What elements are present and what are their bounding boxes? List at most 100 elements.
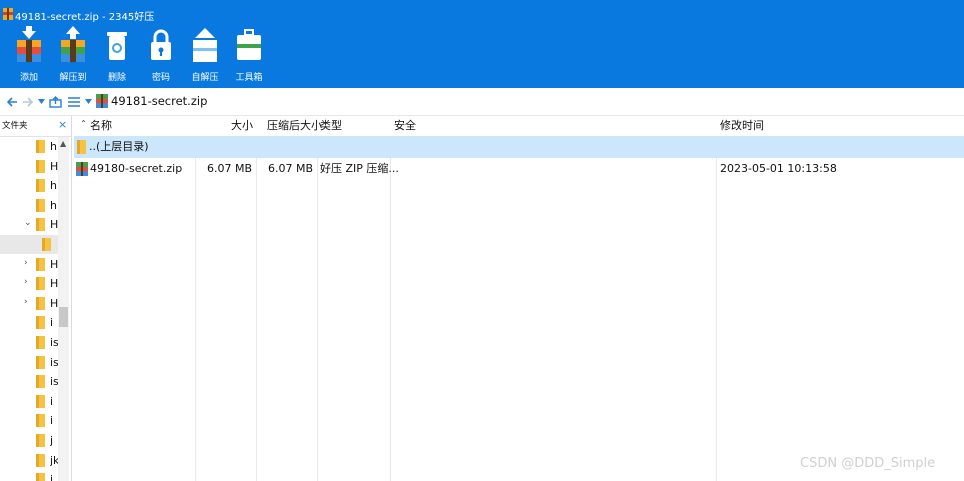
tree-folder-label: i — [50, 473, 54, 481]
tree-folder-item[interactable]: is — [0, 372, 58, 391]
forward-arrow-icon — [23, 96, 34, 107]
scrollbar-thumb[interactable] — [59, 307, 68, 327]
folder-icon — [36, 198, 45, 212]
delete-button[interactable]: 删除 — [95, 26, 139, 86]
folder-icon — [36, 218, 45, 232]
column-header-name[interactable]: 名称 — [90, 116, 112, 136]
tree-folder-label: is — [50, 375, 58, 389]
tree-folder-label: i — [50, 316, 54, 330]
column-header-security[interactable]: 安全 — [394, 116, 416, 136]
view-mode-dropdown[interactable] — [83, 88, 93, 115]
folder-icon — [36, 316, 45, 330]
tree-folder-item[interactable]: ^h — [0, 137, 68, 156]
tree-folder-item[interactable]: i — [0, 470, 58, 481]
file-type: 好压 ZIP 压缩... — [320, 162, 399, 175]
view-list-icon — [68, 96, 80, 107]
tree-folder-item[interactable]: › H — [0, 294, 58, 313]
folder-icon — [77, 140, 86, 154]
tree-folder-label: i — [50, 414, 54, 428]
forward-button[interactable] — [20, 88, 36, 115]
tree-folder-label: H — [50, 277, 58, 291]
extract-to-icon — [61, 26, 85, 62]
tree-folder-item[interactable]: j — [0, 431, 58, 450]
window-title: 49181-secret.zip - 2345好压 — [15, 12, 155, 23]
tree-scrollbar[interactable]: ▲ — [58, 137, 69, 481]
tree-folder-item[interactable]: › H — [0, 255, 58, 274]
tree-folder-item[interactable]: › H — [0, 274, 58, 293]
folder-icon — [36, 394, 45, 408]
column-header-type[interactable]: 类型 — [320, 116, 342, 136]
history-dropdown[interactable] — [36, 88, 46, 115]
tree-folder-item[interactable]: is — [0, 333, 58, 352]
table-row-parent-directory[interactable]: ..(上层目录) — [74, 136, 964, 158]
tree-folder-label: h — [50, 140, 57, 153]
folder-icon — [36, 257, 45, 271]
tree-folder-item[interactable]: H — [0, 157, 58, 176]
chevron-right-icon[interactable]: › — [24, 258, 28, 268]
folder-icon — [36, 296, 45, 310]
toolbox-icon — [237, 29, 261, 60]
chevron-right-icon[interactable]: › — [24, 277, 28, 287]
folder-icon — [42, 238, 51, 251]
tree-folder-label: H — [50, 218, 58, 232]
tree-folder-label: H — [50, 257, 58, 271]
tree-folder-item[interactable]: is — [0, 353, 58, 372]
password-button[interactable]: 密码 — [139, 26, 183, 86]
archive-app-icon — [3, 8, 13, 20]
self-extract-icon — [193, 28, 217, 62]
chevron-right-icon[interactable]: › — [24, 297, 28, 307]
scroll-up-arrow-icon[interactable]: ▲ — [60, 139, 66, 148]
column-header-packed-size[interactable]: 压缩后大小 — [267, 116, 322, 136]
dropdown-icon — [37, 99, 45, 104]
self-extract-button[interactable]: 自解压 — [183, 26, 227, 86]
extract-to-button[interactable]: 解压到 — [51, 26, 95, 86]
view-mode-button[interactable] — [66, 88, 82, 115]
back-button[interactable] — [4, 88, 20, 115]
lock-icon — [151, 29, 171, 60]
file-size: 6.07 MB — [206, 162, 252, 175]
title-toolbar-area: 49181-secret.zip - 2345好压 添加 解压到 删除 密码 自… — [0, 0, 964, 88]
column-header-modified[interactable]: 修改时间 — [720, 116, 764, 136]
sort-indicator-icon: ˆ — [81, 120, 86, 131]
tree-folder-item[interactable]: h — [0, 176, 58, 195]
add-button[interactable]: 添加 — [7, 26, 51, 86]
up-folder-icon — [48, 95, 62, 108]
current-path[interactable]: 49181-secret.zip — [111, 94, 207, 108]
file-name: ..(上层目录) — [89, 140, 149, 153]
tree-folder-label: is — [50, 355, 58, 369]
close-icon[interactable]: × — [58, 118, 67, 131]
tree-folder-item[interactable]: i — [0, 411, 58, 430]
folder-icon — [36, 375, 45, 389]
table-row[interactable]: 49180-secret.zip 6.07 MB 6.07 MB 好压 ZIP … — [74, 158, 964, 180]
file-modified: 2023-05-01 10:13:58 — [720, 162, 837, 175]
file-packed-size: 6.07 MB — [267, 162, 313, 175]
tree-folder-label: h — [50, 198, 57, 212]
tree-folder-item[interactable] — [0, 235, 58, 254]
folder-icon — [36, 277, 45, 291]
back-arrow-icon — [6, 96, 17, 107]
folder-icon — [36, 159, 45, 173]
folder-icon — [36, 453, 45, 467]
toolbox-button[interactable]: 工具箱 — [227, 26, 271, 86]
zip-archive-icon — [96, 94, 108, 108]
up-folder-button[interactable] — [47, 88, 63, 115]
tree-folder-item[interactable]: i — [0, 392, 58, 411]
tree-folder-label: i — [50, 394, 54, 408]
folder-icon — [36, 140, 45, 153]
folder-tree-title: 文件夹 — [2, 121, 28, 131]
folder-icon — [36, 355, 45, 369]
tree-folder-item[interactable]: h — [0, 196, 58, 215]
tree-folder-item[interactable]: i — [0, 313, 58, 332]
folder-icon — [36, 414, 45, 428]
tree-folder-item[interactable]: jk — [0, 451, 58, 470]
folder-icon — [36, 473, 45, 481]
tree-folder-label: jk — [50, 453, 58, 467]
tree-folder-item[interactable]: ⌄ H — [0, 215, 58, 234]
file-list: ˆ 名称 大小 压缩后大小 类型 安全 修改时间 ..(上层目录) 49180-… — [74, 116, 964, 481]
column-header-size[interactable]: 大小 — [195, 116, 253, 136]
file-name: 49180-secret.zip — [90, 162, 183, 175]
folder-icon — [36, 434, 45, 447]
chevron-down-icon[interactable]: ⌄ — [24, 218, 32, 228]
zip-archive-icon — [76, 162, 88, 176]
tree-folder-label: H — [50, 159, 58, 173]
